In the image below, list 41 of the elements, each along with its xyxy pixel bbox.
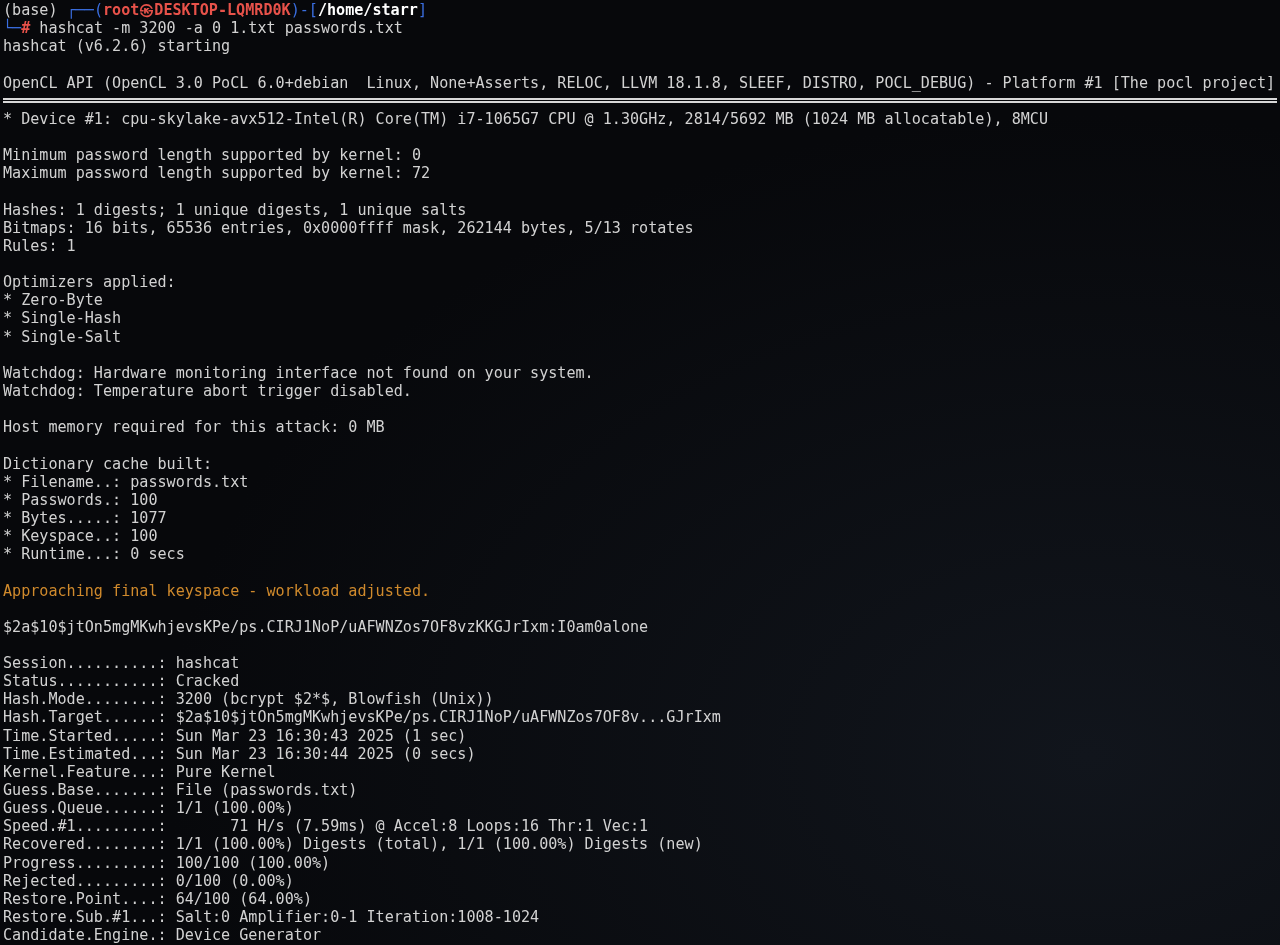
output-line: * Keyspace..: 100 [3, 527, 158, 546]
output-line: Guess.Queue......: 1/1 (100.00%) [3, 799, 294, 818]
output-line: Speed.#1.........: 71 H/s (7.59ms) @ Accel:8 Loops:16 Thr:1 Vec:1 [3, 817, 649, 836]
output-line: Maximum password length supported by kernel: 72 [3, 164, 431, 183]
output-line: Hashes: 1 digests; 1 unique digests, 1 unique salts [3, 200, 467, 219]
output-line: Watchdog: Hardware monitoring interface not found on your system. [3, 363, 594, 382]
output-line: Recovered........: 1/1 (100.00%) Digests (total), 1/1 (100.00%) Digests (new) [3, 835, 703, 854]
output-line: Session..........: hashcat [3, 654, 240, 673]
output-line: Hash.Mode........: 3200 (bcrypt $2*$, Blowfish (Unix)) [3, 690, 494, 709]
output-line: Progress.........: 100/100 (100.00%) [3, 853, 331, 872]
output-line: Time.Started.....: Sun Mar 23 16:30:43 2025 (1 sec) [3, 726, 467, 745]
output-line: Kernel.Feature...: Pure Kernel [3, 762, 276, 781]
output-line: Optimizers applied: [3, 273, 176, 292]
output-line: * Passwords.: 100 [3, 490, 158, 509]
output-line: Guess.Base.......: File (passwords.txt) [3, 781, 358, 800]
output-line: Dictionary cache built: [3, 454, 212, 473]
output-line: Restore.Sub.#1...: Salt:0 Amplifier:0-1 Iteration:1008-1024 [3, 908, 540, 927]
output-line: * Single-Hash [3, 309, 122, 328]
output-line: Restore.Point....: 64/100 (64.00%) [3, 889, 312, 908]
output-line: Status...........: Cracked [3, 672, 240, 691]
output-line: OpenCL API (OpenCL 3.0 PoCL 6.0+debian Linux, None+Asserts, RELOC, LLVM 18.1.8, SLEEF, DISTRO, POCL_DEBUG) - Platform #1 [The pocl project] [3, 73, 1276, 92]
output-line: $2a$10$jtOn5mgMKwhjevsKPe/ps.CIRJ1NoP/uAFWNZos7OF8vzKKGJrIxm:I0am0alone [3, 617, 649, 636]
prompt-line: └─# hashcat -m 3200 -a 0 1.txt passwords.txt [3, 19, 403, 38]
output-line: * Filename..: passwords.txt [3, 472, 249, 491]
output-line: Watchdog: Temperature abort trigger disabled. [3, 381, 412, 400]
output-line: Candidate.Engine.: Device Generator [3, 926, 322, 945]
output-line: Host memory required for this attack: 0 MB [3, 418, 385, 437]
output-line: Rejected.........: 0/100 (0.00%) [3, 871, 294, 890]
output-line: Time.Estimated...: Sun Mar 23 16:30:44 2025 (0 secs) [3, 744, 476, 763]
output-line: Bitmaps: 16 bits, 65536 entries, 0x0000ffff mask, 262144 bytes, 5/13 rotates [3, 218, 694, 237]
output-line: * Bytes.....: 1077 [3, 508, 167, 527]
output-line: Hash.Target......: $2a$10$jtOn5mgMKwhjevsKPe/ps.CIRJ1NoP/uAFWNZos7OF8v...GJrIxm [3, 708, 721, 727]
output-line: Minimum password length supported by kernel: 0 [3, 146, 421, 165]
output-line: * Device #1: cpu-skylake-avx512-Intel(R) Core(TM) i7-1065G7 CPU @ 1.30GHz, 2814/5692 MB (1024 MB allocatable), 8MCU [3, 109, 1049, 128]
warning-line: Approaching final keyspace - workload adjusted. [3, 581, 431, 600]
prompt-line: (base) ┌──(root㉿DESKTOP-LQMRD0K)-[/home/starr] [3, 1, 427, 19]
output-line: Rules: 1 [3, 236, 76, 255]
output-line: * Single-Salt [3, 327, 122, 346]
output-line: * Runtime...: 0 secs [3, 545, 185, 564]
output-line: * Zero-Byte [3, 291, 103, 310]
output-line: hashcat (v6.2.6) starting [3, 37, 231, 56]
